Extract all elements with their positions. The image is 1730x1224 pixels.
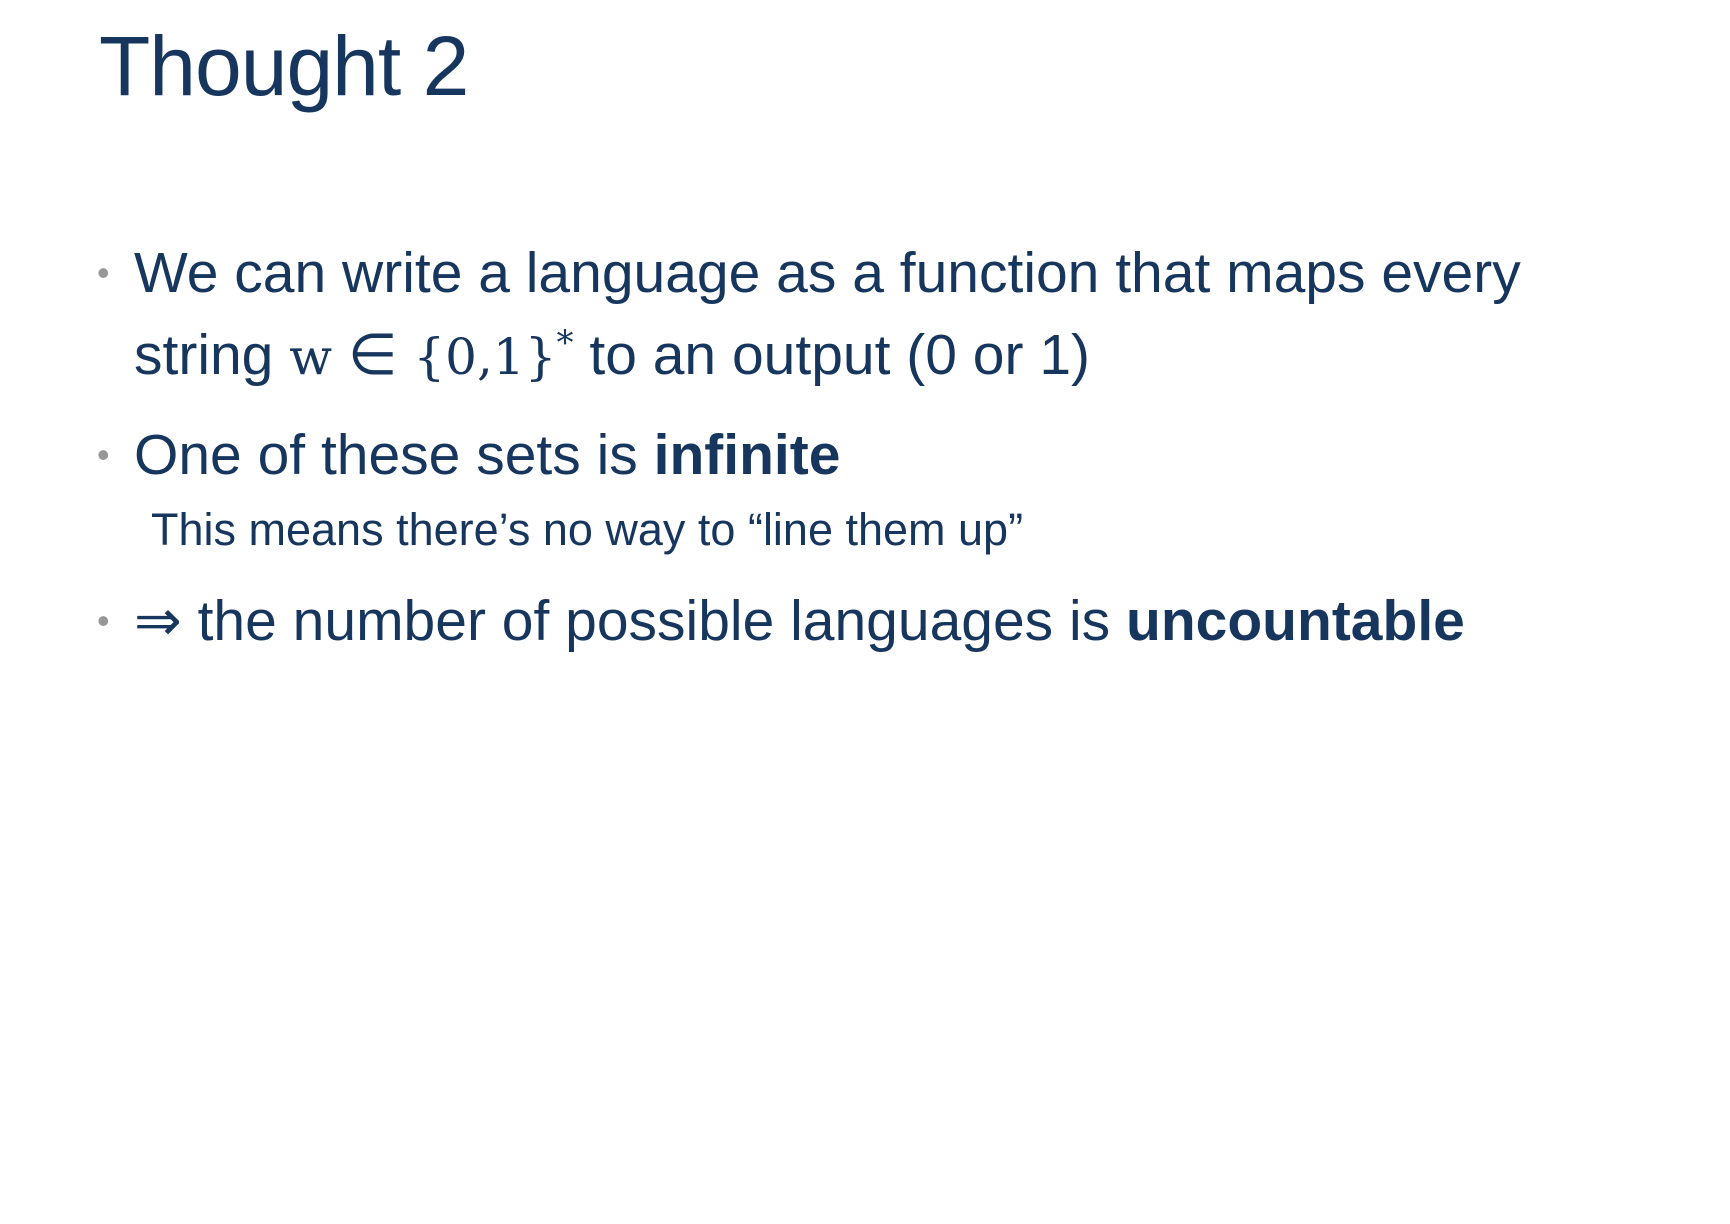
slide: Thought 2 • We can write a language as a…	[0, 0, 1730, 1224]
slide-title: Thought 2	[99, 19, 469, 113]
bullet-marker: •	[97, 434, 110, 475]
bullet-item: • We can write a language as a function …	[97, 238, 1657, 392]
bullet-text-line2-pre: string	[134, 323, 290, 387]
bullet-marker: •	[97, 252, 110, 293]
bullet-text: One of these sets is	[134, 423, 654, 487]
bullet-list: • We can write a language as a function …	[97, 238, 1657, 656]
bullet-emphasis: uncountable	[1126, 589, 1465, 653]
bullet-item: • One of these sets is infinite	[97, 420, 1657, 490]
math-variable-w: w	[289, 328, 333, 386]
math-binary-set: {0,1}	[413, 328, 557, 386]
bullet-emphasis: infinite	[653, 423, 841, 487]
bullet-item: • ⇒ the number of possible languages is …	[97, 586, 1657, 656]
bullet-text: ⇒ the number of possible languages is	[134, 589, 1127, 653]
bullet-text-line2-post: to an output (0 or 1)	[573, 323, 1090, 387]
math-element-of: ∈	[332, 323, 414, 387]
bullet-text-line1: We can write a language as a function th…	[134, 241, 1521, 305]
sub-bullet-text: This means there’s no way to “line them …	[151, 504, 1024, 555]
math-kleene-star: *	[556, 323, 574, 363]
bullet-marker: •	[97, 600, 110, 641]
